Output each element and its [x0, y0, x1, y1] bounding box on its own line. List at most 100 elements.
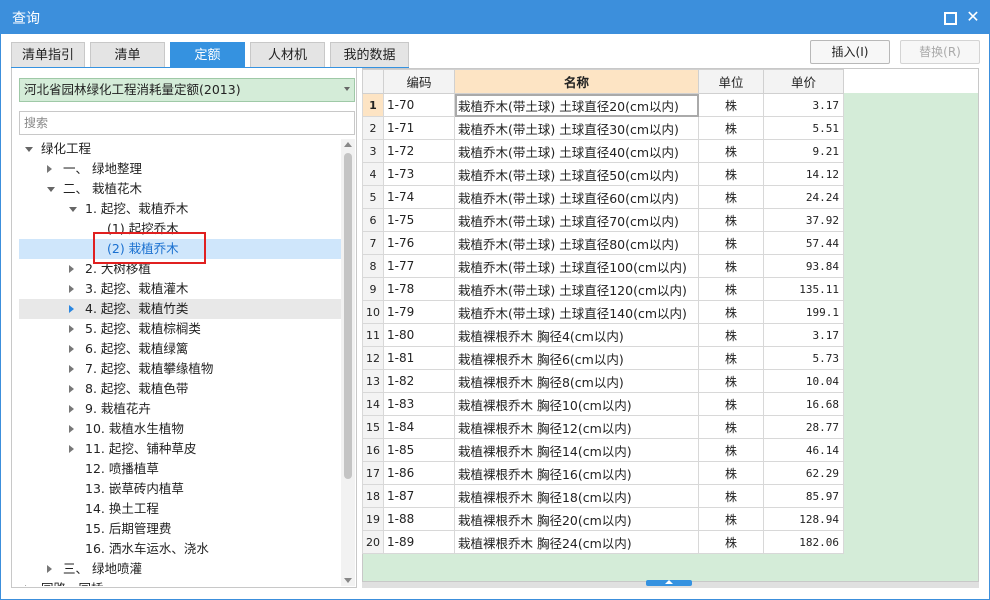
cell-unit[interactable]: 株: [698, 323, 764, 347]
cell-unit[interactable]: 株: [698, 530, 764, 554]
row-number[interactable]: 7: [362, 231, 384, 255]
table-row[interactable]: 11 1-80 栽植裸根乔木 胸径4(cm以内) 株 3.17: [362, 323, 844, 347]
caret-right-icon[interactable]: [47, 565, 52, 573]
row-number[interactable]: 3: [362, 139, 384, 163]
caret-right-icon[interactable]: [69, 265, 74, 273]
cell-code[interactable]: 1-83: [383, 392, 455, 416]
cell-code[interactable]: 1-89: [383, 530, 455, 554]
cell-name[interactable]: 栽植乔木(带土球) 土球直径140(cm以内): [454, 300, 699, 324]
cell-code[interactable]: 1-81: [383, 346, 455, 370]
cell-code[interactable]: 1-75: [383, 208, 455, 232]
cell-code[interactable]: 1-79: [383, 300, 455, 324]
cell-code[interactable]: 1-74: [383, 185, 455, 209]
table-row[interactable]: 3 1-72 栽植乔木(带土球) 土球直径40(cm以内) 株 9.21: [362, 139, 844, 163]
cell-name[interactable]: 栽植乔木(带土球) 土球直径100(cm以内): [454, 254, 699, 278]
tree-item[interactable]: 13. 嵌草砖内植草: [19, 479, 341, 499]
caret-right-icon[interactable]: [25, 585, 30, 586]
cell-code[interactable]: 1-76: [383, 231, 455, 255]
tree-item[interactable]: 一、 绿地整理: [19, 159, 341, 179]
cell-code[interactable]: 1-72: [383, 139, 455, 163]
cell-code[interactable]: 1-80: [383, 323, 455, 347]
caret-right-icon[interactable]: [69, 305, 74, 313]
tree-item[interactable]: 7. 起挖、栽植攀缘植物: [19, 359, 341, 379]
column-header-name[interactable]: 名称: [454, 69, 699, 94]
scroll-down-icon[interactable]: [344, 578, 352, 583]
cell-code[interactable]: 1-88: [383, 507, 455, 531]
cell-unit[interactable]: 株: [698, 93, 764, 117]
cell-code[interactable]: 1-70: [383, 93, 455, 117]
row-number[interactable]: 4: [362, 162, 384, 186]
cell-price[interactable]: 28.77: [763, 415, 844, 439]
row-number[interactable]: 2: [362, 116, 384, 140]
table-row[interactable]: 16 1-85 栽植裸根乔木 胸径14(cm以内) 株 46.14: [362, 438, 844, 462]
tab-my-data[interactable]: 我的数据: [330, 42, 409, 68]
caret-right-icon[interactable]: [69, 385, 74, 393]
row-number[interactable]: 5: [362, 185, 384, 209]
caret-right-icon[interactable]: [69, 445, 74, 453]
cell-name[interactable]: 栽植乔木(带土球) 土球直径60(cm以内): [454, 185, 699, 209]
row-number[interactable]: 8: [362, 254, 384, 278]
cell-unit[interactable]: 株: [698, 162, 764, 186]
cell-price[interactable]: 93.84: [763, 254, 844, 278]
cell-name[interactable]: 栽植裸根乔木 胸径20(cm以内): [454, 507, 699, 531]
maximize-icon[interactable]: [938, 6, 960, 28]
tree-item[interactable]: 5. 起挖、栽植棕榈类: [19, 319, 341, 339]
tab-list[interactable]: 清单: [90, 42, 165, 68]
column-header-code[interactable]: 编码: [383, 69, 455, 94]
tree-item[interactable]: 3. 起挖、栽植灌木: [19, 279, 341, 299]
search-input[interactable]: [19, 111, 355, 135]
table-row[interactable]: 6 1-75 栽植乔木(带土球) 土球直径70(cm以内) 株 37.92: [362, 208, 844, 232]
cell-name[interactable]: 栽植乔木(带土球) 土球直径30(cm以内): [454, 116, 699, 140]
cell-price[interactable]: 128.94: [763, 507, 844, 531]
table-row[interactable]: 10 1-79 栽植乔木(带土球) 土球直径140(cm以内) 株 199.1: [362, 300, 844, 324]
scroll-up-icon[interactable]: [344, 142, 352, 147]
cell-code[interactable]: 1-87: [383, 484, 455, 508]
cell-code[interactable]: 1-73: [383, 162, 455, 186]
caret-down-icon[interactable]: [69, 207, 77, 212]
replace-button[interactable]: 替换(R): [900, 40, 980, 64]
tree-item[interactable]: 10. 栽植水生植物: [19, 419, 341, 439]
cell-unit[interactable]: 株: [698, 116, 764, 140]
tree-item[interactable]: 三、 绿地喷灌: [19, 559, 341, 579]
tab-labor-material-machine[interactable]: 人材机: [250, 42, 325, 68]
table-row[interactable]: 5 1-74 栽植乔木(带土球) 土球直径60(cm以内) 株 24.24: [362, 185, 844, 209]
cell-unit[interactable]: 株: [698, 415, 764, 439]
tree-item[interactable]: 16. 洒水车运水、浇水: [19, 539, 341, 559]
cell-code[interactable]: 1-86: [383, 461, 455, 485]
cell-unit[interactable]: 株: [698, 277, 764, 301]
tree-item[interactable]: 1. 起挖、栽植乔木: [19, 199, 341, 219]
cell-code[interactable]: 1-84: [383, 415, 455, 439]
row-number[interactable]: 12: [362, 346, 384, 370]
cell-unit[interactable]: 株: [698, 392, 764, 416]
cell-name[interactable]: 栽植裸根乔木 胸径4(cm以内): [454, 323, 699, 347]
tree-item[interactable]: 4. 起挖、栽植竹类: [19, 299, 341, 319]
caret-right-icon[interactable]: [47, 165, 52, 173]
cell-unit[interactable]: 株: [698, 346, 764, 370]
tree-item[interactable]: 14. 换土工程: [19, 499, 341, 519]
cell-name[interactable]: 栽植裸根乔木 胸径16(cm以内): [454, 461, 699, 485]
table-row[interactable]: 18 1-87 栽植裸根乔木 胸径18(cm以内) 株 85.97: [362, 484, 844, 508]
cell-price[interactable]: 57.44: [763, 231, 844, 255]
cell-price[interactable]: 46.14: [763, 438, 844, 462]
cell-name[interactable]: 栽植裸根乔木 胸径14(cm以内): [454, 438, 699, 462]
tree-scrollbar[interactable]: [341, 139, 355, 586]
cell-price[interactable]: 182.06: [763, 530, 844, 554]
cell-name[interactable]: 栽植裸根乔木 胸径8(cm以内): [454, 369, 699, 393]
library-select[interactable]: 河北省园林绿化工程消耗量定额(2013): [19, 78, 355, 102]
row-number[interactable]: 15: [362, 415, 384, 439]
row-number[interactable]: 10: [362, 300, 384, 324]
scroll-thumb[interactable]: [344, 153, 352, 479]
cell-name[interactable]: 栽植乔木(带土球) 土球直径50(cm以内): [454, 162, 699, 186]
cell-price[interactable]: 199.1: [763, 300, 844, 324]
row-number[interactable]: 11: [362, 323, 384, 347]
cell-unit[interactable]: 株: [698, 254, 764, 278]
cell-price[interactable]: 10.04: [763, 369, 844, 393]
splitter-grip-icon[interactable]: [646, 580, 692, 586]
caret-right-icon[interactable]: [69, 425, 74, 433]
table-row[interactable]: 20 1-89 栽植裸根乔木 胸径24(cm以内) 株 182.06: [362, 530, 844, 554]
table-row[interactable]: 8 1-77 栽植乔木(带土球) 土球直径100(cm以内) 株 93.84: [362, 254, 844, 278]
cell-code[interactable]: 1-85: [383, 438, 455, 462]
cell-name[interactable]: 栽植裸根乔木 胸径10(cm以内): [454, 392, 699, 416]
insert-button[interactable]: 插入(I): [810, 40, 890, 64]
cell-code[interactable]: 1-71: [383, 116, 455, 140]
